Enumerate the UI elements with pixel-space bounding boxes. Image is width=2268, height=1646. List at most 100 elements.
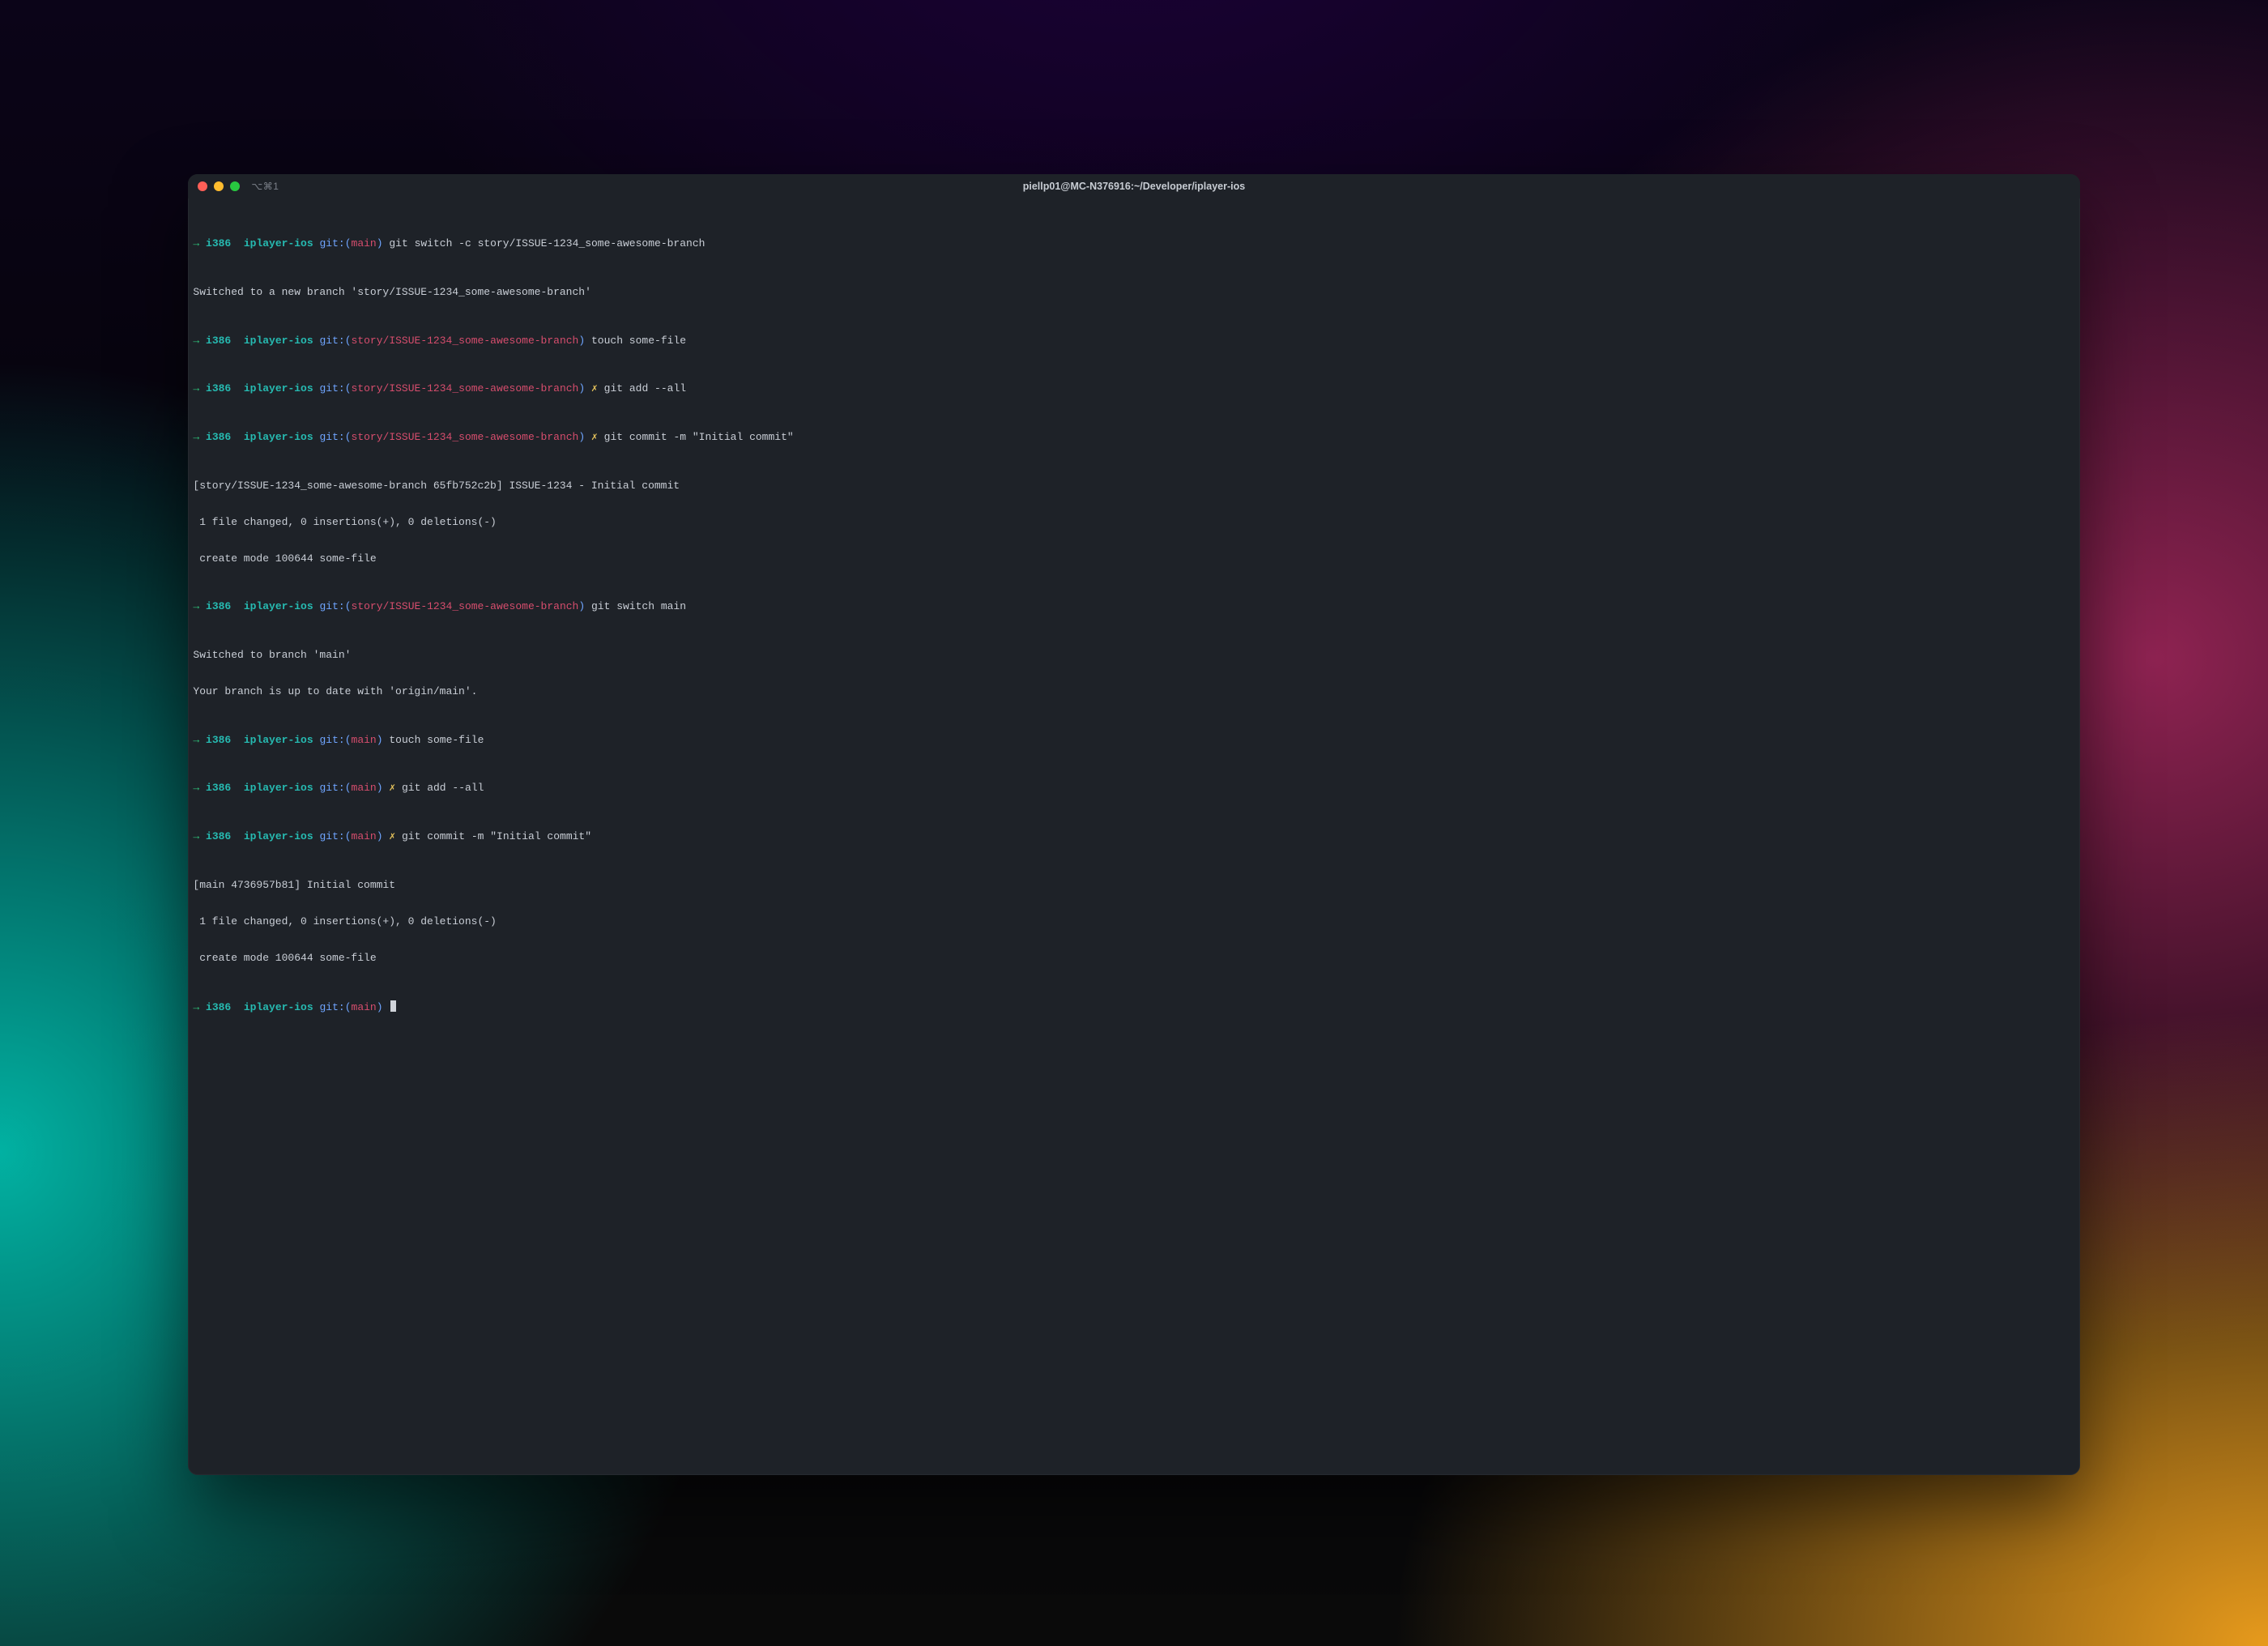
prompt-dir: iplayer-ios [244, 830, 313, 842]
prompt-arrow-icon: → [193, 382, 199, 394]
prompt-branch: main [352, 237, 377, 249]
terminal-viewport[interactable]: → i386 iplayer-ios git:(main) git switch… [188, 198, 2079, 1474]
prompt-branch: story/ISSUE-1234_some-awesome-branch [352, 600, 579, 612]
prompt-paren: ( [345, 830, 352, 842]
prompt-dir: iplayer-ios [244, 600, 313, 612]
prompt-paren: ( [345, 600, 352, 612]
prompt-paren: ) [377, 830, 383, 842]
terminal-line: → i386 iplayer-ios git:(main) touch some… [193, 735, 2074, 747]
close-icon[interactable] [198, 181, 207, 191]
prompt-paren: ) [377, 734, 383, 746]
prompt-git-label: git: [319, 734, 344, 746]
prompt-paren: ) [377, 237, 383, 249]
prompt-branch: main [352, 830, 377, 842]
prompt-dir: iplayer-ios [244, 734, 313, 746]
tab-shortcut-label: ⌥⌘1 [251, 181, 279, 192]
terminal-line: → i386 iplayer-ios git:(story/ISSUE-1234… [193, 335, 2074, 348]
terminal-output: [main 4736957b81] Initial commit [193, 880, 2074, 892]
terminal-output: 1 file changed, 0 insertions(+), 0 delet… [193, 517, 2074, 529]
prompt-arch: i386 [206, 734, 231, 746]
terminal-line: → i386 iplayer-ios git:(main) ✗ git comm… [193, 831, 2074, 843]
prompt-paren: ( [345, 1001, 352, 1013]
prompt-arrow-icon: → [193, 734, 199, 746]
prompt-arch: i386 [206, 1001, 231, 1013]
prompt-paren: ( [345, 431, 352, 443]
command-text: git switch main [591, 600, 686, 612]
prompt-arch: i386 [206, 382, 231, 394]
prompt-branch: main [352, 782, 377, 794]
prompt-dir: iplayer-ios [244, 782, 313, 794]
prompt-git-label: git: [319, 431, 344, 443]
prompt-paren: ) [578, 431, 585, 443]
terminal-line: → i386 iplayer-ios git:(story/ISSUE-1234… [193, 601, 2074, 613]
prompt-arch: i386 [206, 600, 231, 612]
prompt-dir: iplayer-ios [244, 335, 313, 347]
prompt-paren: ) [578, 600, 585, 612]
command-text: touch some-file [591, 335, 686, 347]
terminal-output: 1 file changed, 0 insertions(+), 0 delet… [193, 916, 2074, 928]
prompt-arch: i386 [206, 335, 231, 347]
prompt-arrow-icon: → [193, 830, 199, 842]
zoom-icon[interactable] [230, 181, 240, 191]
command-text: git add --all [402, 782, 484, 794]
prompt-branch: story/ISSUE-1234_some-awesome-branch [352, 431, 579, 443]
dirty-x-icon: ✗ [389, 782, 395, 794]
prompt-paren: ( [345, 734, 352, 746]
terminal-window: ⌥⌘1 piellp01@MC-N376916:~/Developer/ipla… [188, 174, 2079, 1474]
prompt-branch: main [352, 1001, 377, 1013]
prompt-git-label: git: [319, 600, 344, 612]
prompt-dir: iplayer-ios [244, 431, 313, 443]
prompt-git-label: git: [319, 237, 344, 249]
cursor-icon [390, 1000, 396, 1012]
prompt-arrow-icon: → [193, 600, 199, 612]
terminal-line: → i386 iplayer-ios git:(story/ISSUE-1234… [193, 383, 2074, 395]
terminal-output: Switched to branch 'main' [193, 650, 2074, 662]
terminal-line: → i386 iplayer-ios git:(main) ✗ git add … [193, 782, 2074, 795]
prompt-branch: story/ISSUE-1234_some-awesome-branch [352, 382, 579, 394]
prompt-arrow-icon: → [193, 335, 199, 347]
command-text: git commit -m "Initial commit" [402, 830, 591, 842]
prompt-paren: ) [377, 1001, 383, 1013]
prompt-paren: ( [345, 237, 352, 249]
prompt-branch: story/ISSUE-1234_some-awesome-branch [352, 335, 579, 347]
terminal-line: → i386 iplayer-ios git:(story/ISSUE-1234… [193, 432, 2074, 444]
prompt-paren: ) [578, 335, 585, 347]
prompt-arch: i386 [206, 237, 231, 249]
command-text: touch some-file [389, 734, 484, 746]
prompt-arch: i386 [206, 782, 231, 794]
prompt-dir: iplayer-ios [244, 382, 313, 394]
terminal-output: create mode 100644 some-file [193, 553, 2074, 565]
prompt-arrow-icon: → [193, 782, 199, 794]
dirty-x-icon: ✗ [591, 382, 598, 394]
command-text: git commit -m "Initial commit" [604, 431, 794, 443]
terminal-output: Switched to a new branch 'story/ISSUE-12… [193, 287, 2074, 299]
prompt-paren: ) [377, 782, 383, 794]
prompt-paren: ( [345, 335, 352, 347]
prompt-dir: iplayer-ios [244, 1001, 313, 1013]
terminal-output: [story/ISSUE-1234_some-awesome-branch 65… [193, 480, 2074, 493]
terminal-output: create mode 100644 some-file [193, 953, 2074, 965]
prompt-arrow-icon: → [193, 237, 199, 249]
prompt-git-label: git: [319, 335, 344, 347]
prompt-git-label: git: [319, 830, 344, 842]
prompt-paren: ( [345, 382, 352, 394]
terminal-prompt-current[interactable]: → i386 iplayer-ios git:(main) [193, 1000, 2074, 1014]
dirty-x-icon: ✗ [389, 830, 395, 842]
prompt-arrow-icon: → [193, 431, 199, 443]
prompt-git-label: git: [319, 382, 344, 394]
prompt-git-label: git: [319, 1001, 344, 1013]
minimize-icon[interactable] [214, 181, 224, 191]
prompt-arch: i386 [206, 431, 231, 443]
terminal-line: → i386 iplayer-ios git:(main) git switch… [193, 238, 2074, 250]
titlebar[interactable]: ⌥⌘1 piellp01@MC-N376916:~/Developer/ipla… [188, 174, 2079, 198]
terminal-output: Your branch is up to date with 'origin/m… [193, 686, 2074, 698]
prompt-arch: i386 [206, 830, 231, 842]
prompt-arrow-icon: → [193, 1001, 199, 1013]
command-text: git add --all [604, 382, 686, 394]
prompt-git-label: git: [319, 782, 344, 794]
prompt-paren: ) [578, 382, 585, 394]
traffic-lights [198, 181, 240, 191]
prompt-branch: main [352, 734, 377, 746]
prompt-dir: iplayer-ios [244, 237, 313, 249]
command-text: git switch -c story/ISSUE-1234_some-awes… [389, 237, 705, 249]
